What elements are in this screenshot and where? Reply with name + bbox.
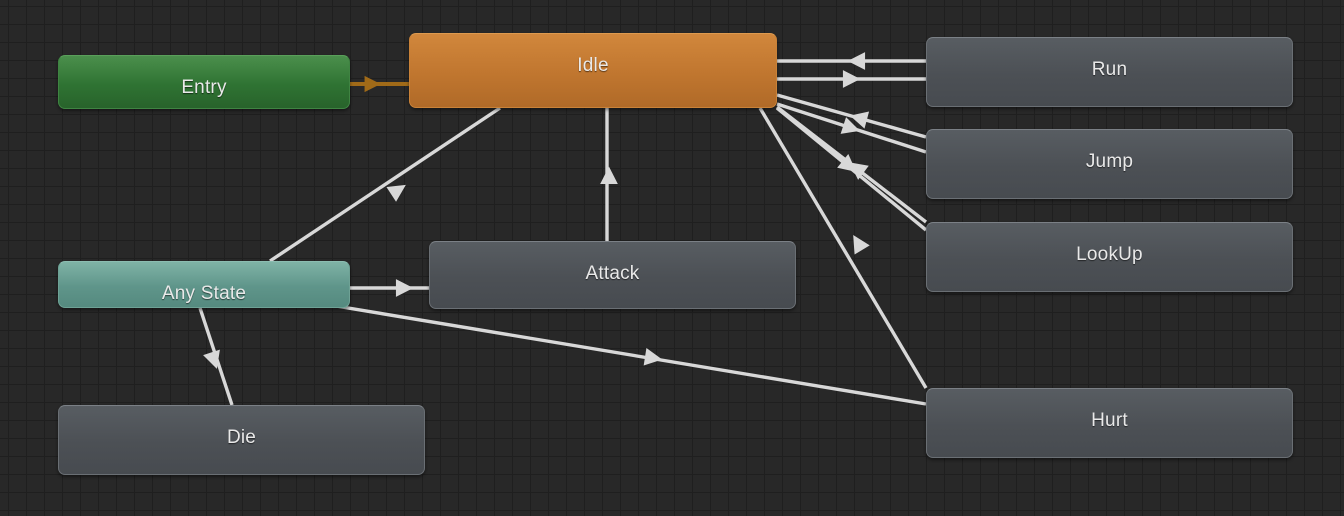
transition-line-idle-to-lookup[interactable] <box>775 106 928 232</box>
transition-arrowhead-hurt-to-idle[interactable] <box>846 230 870 255</box>
state-node-jump[interactable]: Jump <box>926 129 1293 199</box>
transition-line-idle-to-jump[interactable] <box>776 102 927 154</box>
transition-arrowhead-jump-to-idle[interactable] <box>848 107 870 129</box>
transition-arrowhead-any-to-hurt[interactable] <box>643 348 664 368</box>
transition-arrowhead-idle-to-attack[interactable] <box>600 166 618 185</box>
state-node-label: Attack <box>585 263 640 284</box>
state-node-label: Idle <box>577 55 609 76</box>
state-node-any_state[interactable]: Any State <box>58 261 350 308</box>
transition-line-any-to-idle[interactable] <box>269 106 501 263</box>
transition-arrowhead-run-to-idle[interactable] <box>847 52 866 70</box>
state-node-idle[interactable]: Idle <box>409 33 777 108</box>
state-node-die[interactable]: Die <box>58 405 425 475</box>
transition-line-lookup-to-idle[interactable] <box>775 105 928 224</box>
transition-arrowhead-any-to-die[interactable] <box>203 349 225 372</box>
transition-line-any-to-die[interactable] <box>198 307 234 406</box>
state-node-label: Die <box>226 427 257 448</box>
state-node-label: Jump <box>1085 151 1134 172</box>
transition-arrowhead-any-to-idle[interactable] <box>386 177 410 202</box>
state-node-entry[interactable]: Entry <box>58 55 350 109</box>
transition-arrowhead-any-to-attack[interactable] <box>395 279 414 297</box>
transition-arrowhead-idle-to-lookup[interactable] <box>837 154 862 179</box>
animator-graph-canvas[interactable]: Entry Idle Run Jump LookUp Hurt Any State Attac… <box>0 0 1344 516</box>
transition-line-any-to-hurt[interactable] <box>329 303 927 406</box>
state-node-attack[interactable]: Attack <box>429 241 796 309</box>
state-node-lookup[interactable]: LookUp <box>926 222 1293 292</box>
transition-arrowhead-idle-to-run[interactable] <box>842 70 861 88</box>
state-node-label: Run <box>1091 59 1128 80</box>
transition-arrowhead-entry-to-idle[interactable] <box>364 75 381 93</box>
state-node-run[interactable]: Run <box>926 37 1293 107</box>
state-node-label: Entry <box>181 77 227 98</box>
state-node-hurt[interactable]: Hurt <box>926 388 1293 458</box>
state-node-label: Any State <box>161 283 247 304</box>
transition-arrowhead-idle-to-jump[interactable] <box>840 117 863 139</box>
state-node-label: Hurt <box>1091 410 1128 431</box>
transition-line-jump-to-idle[interactable] <box>776 93 927 139</box>
transition-arrowhead-lookup-to-idle[interactable] <box>844 155 869 180</box>
state-node-label: LookUp <box>1076 244 1143 265</box>
